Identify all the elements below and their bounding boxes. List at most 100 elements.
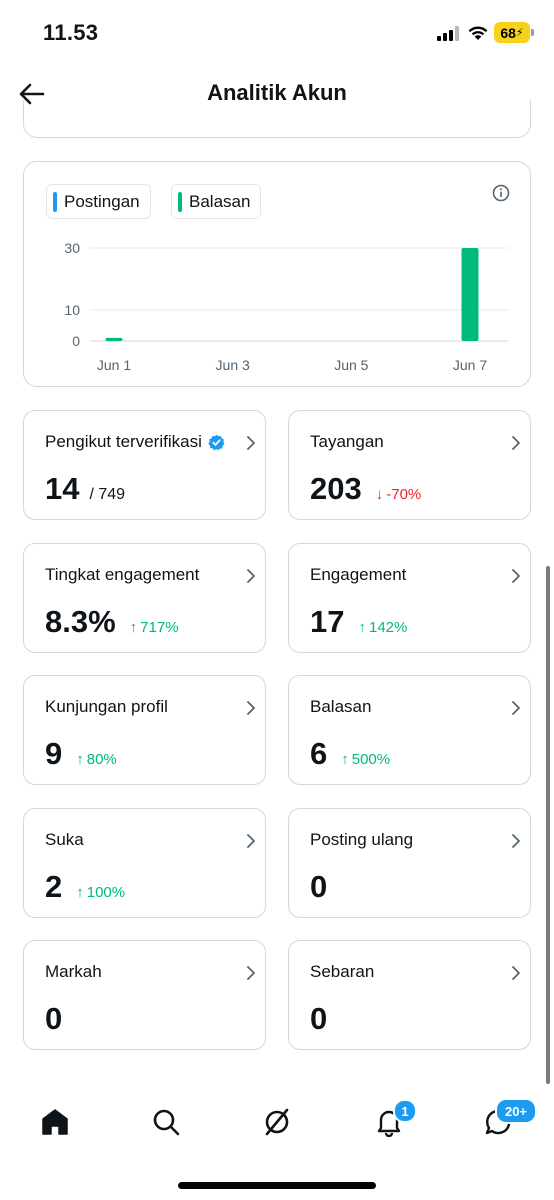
chevron-right-icon bbox=[512, 436, 520, 450]
stat-value: 0 bbox=[310, 869, 328, 904]
stat-card[interactable]: Markah 0 bbox=[23, 940, 266, 1050]
stat-value: 203 bbox=[310, 471, 362, 506]
stat-label: Balasan bbox=[310, 697, 372, 716]
stat-card[interactable]: Balasan 6 ↑ 500% bbox=[288, 675, 531, 785]
stat-card[interactable]: Suka 2 ↑ 100% bbox=[23, 808, 266, 918]
chevron-right-icon bbox=[247, 436, 255, 450]
stat-value: 2 bbox=[45, 869, 63, 904]
arrow-up-icon: ↑ bbox=[76, 884, 84, 901]
chevron-right-icon bbox=[512, 701, 520, 715]
stat-label: Kunjungan profil bbox=[45, 697, 168, 716]
previous-card-edge bbox=[23, 100, 531, 138]
stat-change-value: 80% bbox=[86, 751, 117, 768]
stat-change-value: 100% bbox=[86, 884, 126, 901]
stat-label-row: Markah bbox=[45, 962, 102, 982]
stat-card[interactable]: Tayangan 203 ↓ -70% bbox=[288, 410, 531, 520]
tab-bar: 1 20+ bbox=[0, 1090, 554, 1160]
stat-label-row: Suka bbox=[45, 830, 84, 850]
grok-icon bbox=[265, 1108, 289, 1136]
stat-change: ↓ -70% bbox=[376, 486, 422, 503]
stat-change-value: 717% bbox=[140, 619, 179, 636]
x-tick-label: Jun 7 bbox=[453, 357, 487, 373]
stat-value: 6 bbox=[310, 736, 328, 771]
stat-card[interactable]: Posting ulang 0 bbox=[288, 808, 531, 918]
stat-value-row: 2 ↑ 100% bbox=[45, 869, 125, 905]
stat-value-row: 0 bbox=[45, 1001, 62, 1037]
stat-card[interactable]: Tingkat engagement 8.3% ↑ 717% bbox=[23, 543, 266, 653]
notifications-badge: 1 bbox=[393, 1099, 417, 1123]
tab-home[interactable] bbox=[37, 1104, 73, 1140]
tab-grok[interactable] bbox=[259, 1104, 295, 1140]
stat-card[interactable]: Pengikut terverifikasi 14 / 749 bbox=[23, 410, 266, 520]
stat-label: Posting ulang bbox=[310, 830, 414, 849]
stat-change: ↑ 142% bbox=[358, 619, 407, 636]
stat-label: Markah bbox=[45, 962, 102, 981]
stat-value: 9 bbox=[45, 736, 63, 771]
chevron-right-icon bbox=[512, 834, 520, 848]
bar-chart: 0 10 30 Jun 1 Jun 3 Jun 5 Jun 7 bbox=[64, 240, 508, 373]
stat-label: Tingkat engagement bbox=[45, 565, 200, 584]
activity-chart-card: Postingan Balasan 0 10 30 Jun 1 Jun 3 Jun 5 Ju… bbox=[23, 161, 531, 387]
stat-value-row: 17 ↑ 142% bbox=[310, 604, 407, 640]
wifi-icon bbox=[468, 26, 488, 40]
bar-balasan-jun-1[interactable] bbox=[105, 337, 123, 341]
home-indicator bbox=[178, 1182, 376, 1189]
stat-label-row: Posting ulang bbox=[310, 830, 413, 850]
arrow-up-icon: ↑ bbox=[76, 751, 84, 768]
arrow-down-icon: ↓ bbox=[375, 486, 384, 503]
chevron-right-icon bbox=[247, 966, 255, 980]
stat-value-row: 14 / 749 bbox=[45, 471, 125, 507]
stat-card[interactable]: Engagement 17 ↑ 142% bbox=[288, 543, 531, 653]
stat-change-value: 500% bbox=[351, 751, 391, 768]
stat-label-row: Kunjungan profil bbox=[45, 697, 168, 717]
stat-label-row: Tayangan bbox=[310, 432, 384, 452]
x-tick-label: Jun 5 bbox=[334, 357, 368, 373]
stat-label: Suka bbox=[45, 830, 84, 849]
messages-badge: 20+ bbox=[495, 1098, 537, 1124]
stat-label-row: Tingkat engagement bbox=[45, 565, 199, 585]
stat-change: ↑ 100% bbox=[76, 884, 125, 901]
scrollbar[interactable] bbox=[546, 566, 550, 1084]
stat-card[interactable]: Kunjungan profil 9 ↑ 80% bbox=[23, 675, 266, 785]
verified-badge-icon bbox=[208, 434, 225, 450]
stat-label-row: Balasan bbox=[310, 697, 371, 717]
home-icon bbox=[42, 1109, 68, 1135]
stat-change: ↑ 500% bbox=[341, 751, 390, 768]
tab-search[interactable] bbox=[148, 1104, 184, 1140]
stat-card[interactable]: Sebaran 0 bbox=[288, 940, 531, 1050]
chevron-right-icon bbox=[512, 569, 520, 583]
stat-total: / 749 bbox=[89, 486, 126, 503]
battery-indicator: 68 ⚡ bbox=[494, 22, 530, 43]
stat-change: ↑ 80% bbox=[76, 751, 117, 768]
stat-value: 0 bbox=[45, 1001, 63, 1036]
search-icon bbox=[153, 1109, 180, 1136]
chevron-right-icon bbox=[247, 834, 255, 848]
y-tick-label: 0 bbox=[72, 333, 80, 349]
stat-value: 0 bbox=[310, 1001, 328, 1036]
charging-bolt-icon: ⚡ bbox=[515, 27, 524, 39]
arrow-up-icon: ↑ bbox=[341, 751, 349, 768]
stat-value-row: 6 ↑ 500% bbox=[310, 736, 390, 772]
status-bar: 11.53 68 ⚡ bbox=[0, 0, 554, 66]
battery-nub bbox=[531, 29, 534, 36]
stat-label-row: Engagement bbox=[310, 565, 406, 585]
stat-label: Pengikut terverifikasi bbox=[45, 432, 202, 451]
y-tick-label: 30 bbox=[64, 240, 80, 256]
x-tick-label: Jun 3 bbox=[216, 357, 250, 373]
stat-value: 17 bbox=[310, 604, 345, 639]
cellular-signal-icon bbox=[437, 26, 459, 41]
battery-level: 68 bbox=[500, 24, 516, 41]
arrow-up-icon: ↑ bbox=[358, 619, 366, 636]
stat-change-value: -70% bbox=[386, 486, 422, 503]
chevron-right-icon bbox=[512, 966, 520, 980]
stat-value: 14 bbox=[45, 471, 80, 506]
chevron-right-icon bbox=[247, 569, 255, 583]
bar-balasan-jun-7[interactable] bbox=[461, 248, 479, 341]
stat-change: ↑ 717% bbox=[130, 619, 179, 636]
stat-label-row: Pengikut terverifikasi bbox=[45, 432, 225, 452]
stat-value-row: 203 ↓ -70% bbox=[310, 471, 421, 507]
status-time: 11.53 bbox=[43, 20, 99, 45]
arrow-up-icon: ↑ bbox=[129, 619, 138, 636]
stat-value-row: 8.3% ↑ 717% bbox=[45, 604, 179, 640]
stat-label: Tayangan bbox=[310, 432, 384, 451]
